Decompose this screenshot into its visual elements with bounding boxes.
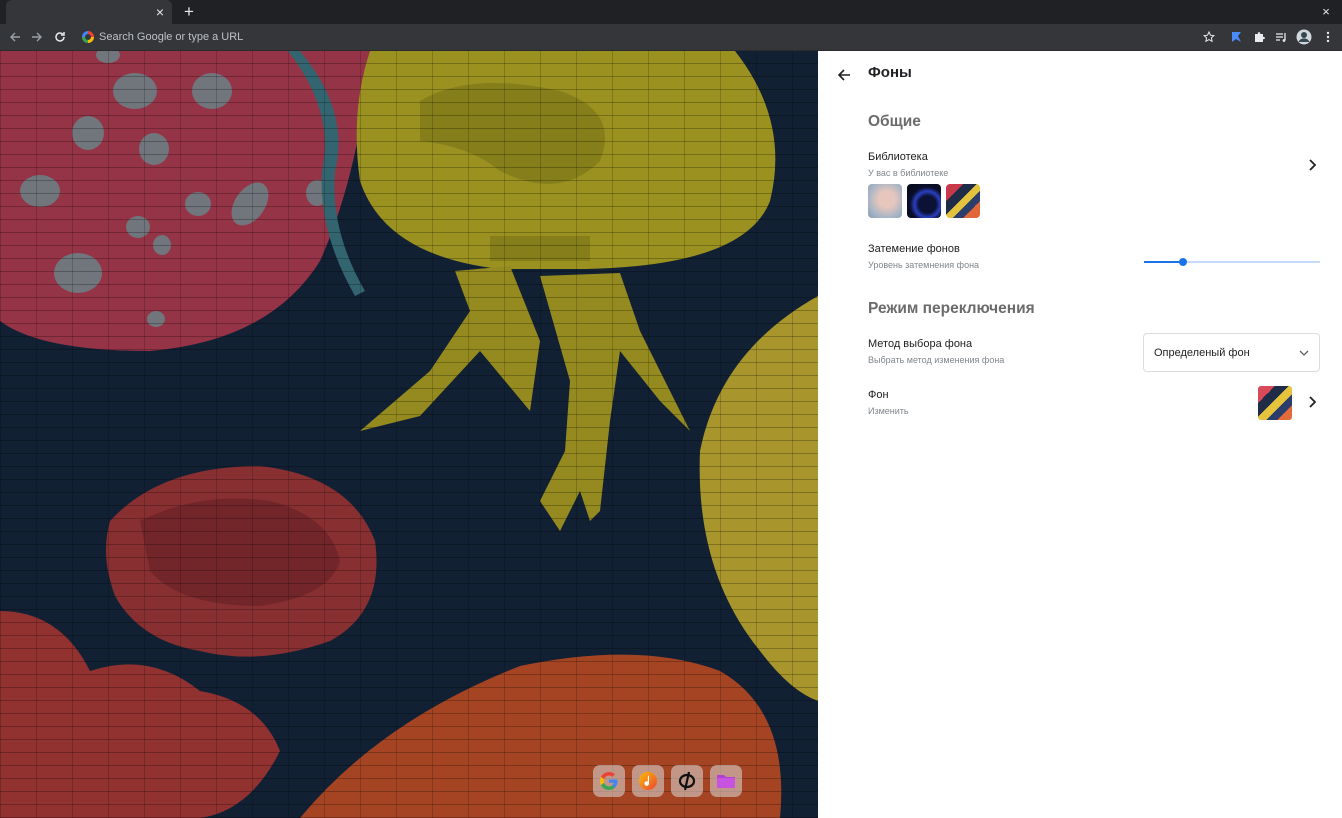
window-close-button[interactable]: × xyxy=(1318,3,1334,21)
method-title: Метод выбора фона xyxy=(868,338,973,350)
folder-app-icon[interactable] xyxy=(710,765,742,797)
dimming-title: Затемение фонов xyxy=(868,243,960,255)
dimming-subtitle: Уровень затемнения фона xyxy=(868,260,980,270)
library-thumbnail-3[interactable] xyxy=(946,184,980,218)
chevron-down-icon xyxy=(1299,350,1309,356)
tab-strip: × + × xyxy=(0,0,1342,24)
method-subtitle: Выбрать метод изменения фона xyxy=(868,355,1005,365)
forward-nav-icon[interactable] xyxy=(27,27,47,47)
app-dock xyxy=(593,761,742,801)
page-title: Фоны xyxy=(868,64,912,81)
background-chevron-right-icon[interactable] xyxy=(1305,394,1319,410)
library-chevron-right-icon[interactable] xyxy=(1305,157,1319,173)
back-arrow-icon[interactable] xyxy=(834,65,854,85)
google-app-icon[interactable] xyxy=(593,765,625,797)
media-queue-icon[interactable] xyxy=(1271,27,1291,47)
method-select-value: Определеный фон xyxy=(1154,346,1250,359)
phi-app-icon[interactable] xyxy=(671,765,703,797)
dimming-slider[interactable] xyxy=(1144,256,1320,268)
more-vert-icon[interactable] xyxy=(1318,27,1338,47)
background-subtitle: Изменить xyxy=(868,406,909,416)
back-nav-icon[interactable] xyxy=(5,27,25,47)
omnibox[interactable]: Search Google or type a URL xyxy=(78,25,1178,49)
google-g-icon xyxy=(82,31,94,43)
slider-thumb[interactable] xyxy=(1178,258,1187,266)
bookmark-flag-icon[interactable] xyxy=(1227,27,1247,47)
library-thumbnails xyxy=(868,184,980,218)
tab-close-icon[interactable]: × xyxy=(152,4,168,20)
jellyfish-mural-image xyxy=(0,51,818,818)
music-app-icon[interactable] xyxy=(632,765,664,797)
current-background-thumbnail[interactable] xyxy=(1258,386,1292,420)
section-heading-general: Общие xyxy=(868,113,921,130)
slider-fill xyxy=(1144,261,1183,263)
browser-toolbar: Search Google or type a URL xyxy=(0,24,1342,51)
library-subtitle: У вас в библиотеке xyxy=(868,168,949,178)
omnibox-placeholder: Search Google or type a URL xyxy=(99,31,244,43)
new-tab-button[interactable]: + xyxy=(180,3,198,21)
library-thumbnail-2[interactable] xyxy=(907,184,941,218)
browser-tab[interactable]: × xyxy=(6,0,172,24)
profile-avatar-icon[interactable] xyxy=(1294,27,1314,47)
reload-icon[interactable] xyxy=(50,27,70,47)
method-select[interactable]: Определеный фон xyxy=(1143,333,1320,372)
library-title: Библиотека xyxy=(868,151,928,163)
section-heading-switch-mode: Режим переключения xyxy=(868,300,1035,317)
library-thumbnail-1[interactable] xyxy=(868,184,902,218)
star-icon[interactable] xyxy=(1199,27,1219,47)
backgrounds-settings-panel: Фоны Общие Библиотека У вас в библиотеке… xyxy=(818,51,1342,818)
background-title: Фон xyxy=(868,389,889,401)
wallpaper-background xyxy=(0,51,818,818)
puzzle-icon[interactable] xyxy=(1249,27,1269,47)
